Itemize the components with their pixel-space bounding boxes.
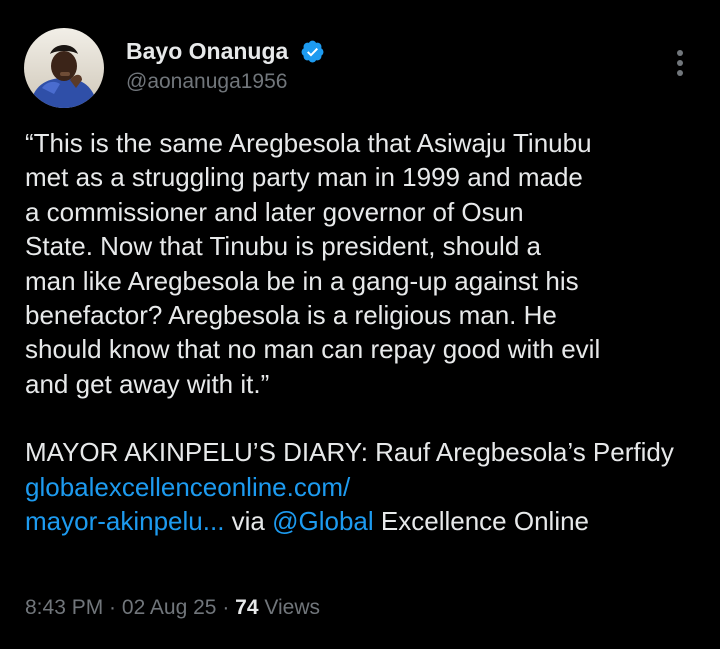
avatar[interactable] — [24, 28, 104, 108]
mention-link[interactable]: @Global — [272, 506, 374, 536]
views-label: Views — [258, 596, 320, 619]
author-display-name[interactable]: Bayo Onanuga — [126, 38, 288, 65]
article-link-line1[interactable]: globalexcellenceonline.com/ — [25, 472, 350, 502]
verified-badge-icon — [301, 40, 324, 63]
avatar-image — [24, 28, 104, 108]
tweet-diary-paragraph: MAYOR AKINPELU’S DIARY: Rauf Aregbesola’… — [25, 435, 705, 538]
tweet: Bayo Onanuga @aonanuga1956 “This is the … — [0, 0, 720, 649]
tweet-quote-text: “This is the same Aregbesola that Asiwaj… — [25, 128, 601, 399]
via-text: via — [224, 506, 273, 537]
tweet-body: “This is the same Aregbesola that Asiwaj… — [25, 126, 705, 538]
tweet-date[interactable]: 02 Aug 25 — [122, 596, 217, 619]
author-handle[interactable]: @aonanuga1956 — [126, 70, 287, 94]
meta-separator: · — [216, 596, 236, 619]
source-suffix-text: Excellence Online — [373, 506, 590, 537]
views-count: 74 — [235, 596, 259, 619]
more-options-icon[interactable] — [668, 46, 692, 80]
tweet-time[interactable]: 8:43 PM — [25, 596, 103, 619]
diary-title-text: MAYOR AKINPELU’S DIARY: Rauf Aregbesola’… — [25, 437, 674, 468]
tweet-meta: 8:43 PM · 02 Aug 25 · 74 Views — [25, 596, 320, 620]
article-link-line2[interactable]: mayor-akinpelu... — [25, 506, 224, 536]
meta-separator: · — [103, 596, 122, 619]
